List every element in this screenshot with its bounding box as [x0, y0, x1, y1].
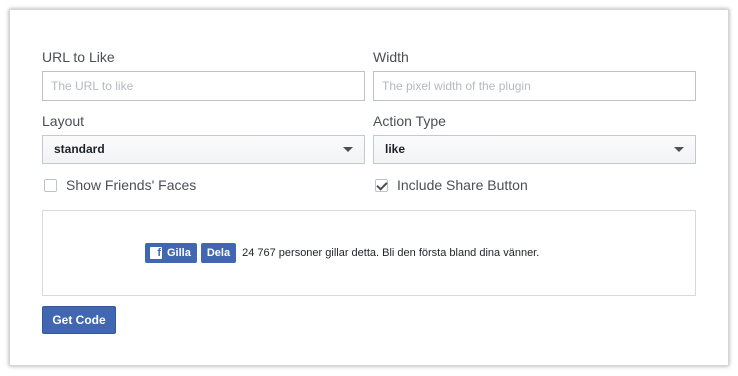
url-label: URL to Like — [42, 49, 115, 65]
action-type-select[interactable]: like — [373, 135, 696, 164]
get-code-button[interactable]: Get Code — [42, 306, 116, 334]
plugin-preview: f Gilla Dela 24 767 personer gillar dett… — [42, 210, 696, 296]
like-button[interactable]: f Gilla — [145, 243, 197, 263]
url-input[interactable] — [42, 71, 365, 101]
width-label: Width — [373, 49, 409, 65]
share-button-text: Dela — [206, 247, 231, 259]
share-button-option[interactable]: Include Share Button — [375, 176, 528, 194]
layout-select-value: standard — [54, 142, 105, 156]
like-button-label: Gilla — [167, 247, 191, 259]
like-plugin: f Gilla Dela 24 767 personer gillar dett… — [145, 243, 539, 263]
chevron-down-icon — [674, 147, 684, 152]
like-button-configurator: URL to Like Width Layout standard Action… — [9, 9, 729, 366]
share-button-checkbox[interactable] — [375, 178, 388, 192]
action-type-select-value: like — [385, 142, 406, 156]
like-count-text: 24 767 personer gillar detta. Bli den fö… — [242, 247, 540, 259]
show-faces-label: Show Friends' Faces — [66, 177, 197, 193]
layout-select[interactable]: standard — [42, 135, 365, 164]
facebook-logo-icon: f — [150, 247, 162, 259]
share-button-label: Include Share Button — [397, 177, 528, 193]
show-faces-checkbox[interactable] — [44, 178, 57, 192]
width-input[interactable] — [373, 71, 696, 101]
show-faces-option[interactable]: Show Friends' Faces — [44, 176, 196, 194]
share-button[interactable]: Dela — [200, 243, 237, 263]
action-type-label: Action Type — [373, 113, 446, 129]
layout-label: Layout — [42, 113, 85, 129]
chevron-down-icon — [343, 147, 353, 152]
